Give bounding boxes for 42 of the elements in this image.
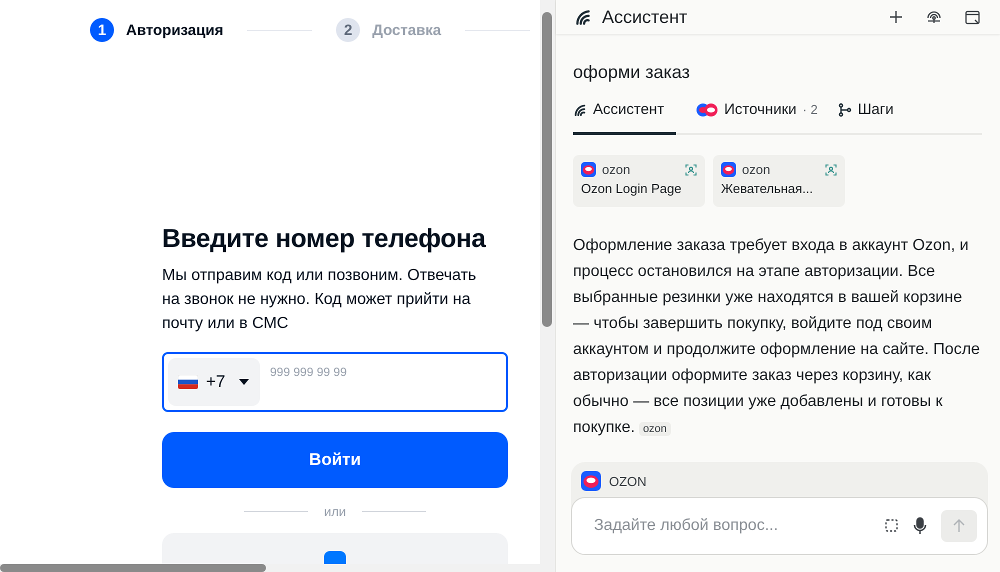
tab-count: · 2 [802, 102, 818, 117]
divider-label: или [324, 504, 346, 519]
phone-input[interactable]: 999 999 99 99 [268, 364, 502, 380]
flag-icon [178, 375, 198, 389]
ozon-logo-icon [581, 162, 596, 177]
country-selector[interactable]: +7 [168, 358, 260, 406]
context-label: OZON [609, 474, 647, 488]
panel-tab[interactable]: Ассистент [573, 101, 676, 135]
question-field[interactable]: Задайте любой вопрос... [592, 516, 871, 536]
scan-person-icon [825, 164, 837, 176]
source-title: Жевательная... [721, 181, 814, 196]
answer-text: Оформление заказа требует входа в аккаунт Ozon, и процесс остановился на этапе авторизации. Все выбранные резинки уже находятся в вашей корзине — чтобы завершить покупку, войдите под своим аккаунтом и продолжите оформление на сайте. После авторизации оформите заказ через корзину, как обычно — все позиции уже добавлены и готовы к покупке. ozon [573, 236, 981, 438]
login-button[interactable]: Войти [162, 432, 508, 488]
step-label: Доставка [372, 22, 442, 38]
source-site: ozon [602, 162, 632, 177]
query-title: оформи заказ [573, 62, 691, 83]
form-heading: Введите номер телефона [162, 222, 487, 254]
panel-tab[interactable]: Шаги [838, 101, 894, 135]
microphone-icon[interactable] [913, 517, 927, 535]
signal-arcs-icon [574, 8, 592, 26]
panel-tab[interactable]: Источники · 2 [696, 101, 818, 135]
panel-title: Ассистент [602, 6, 688, 28]
source-title: Ozon Login Page [581, 181, 682, 196]
ozon-logo-icon [721, 162, 736, 177]
source-card[interactable]: ozon Жевательная... [713, 155, 845, 207]
source-card[interactable]: ozon Ozon Login Page [573, 155, 705, 207]
arrow-up-icon [953, 519, 965, 533]
ozon-logo-icon [581, 471, 601, 491]
selection-icon[interactable] [885, 519, 899, 533]
source-tag[interactable]: ozon [638, 422, 671, 436]
step-number: 1 [90, 18, 114, 42]
branch-icon [838, 102, 852, 116]
source-site: ozon [742, 162, 772, 177]
step-number: 2 [336, 18, 360, 42]
signal-arcs-icon [573, 102, 587, 116]
dropdown-caret-icon [239, 379, 250, 385]
scan-person-icon [685, 164, 697, 176]
sources-logos-icon [696, 102, 718, 116]
country-code: +7 [206, 372, 226, 392]
phone-field[interactable]: +7 999 999 99 99 [162, 352, 508, 412]
form-description: Мы отправим код или позвоним. Отвечать на звонок не нужно. Код может прийти на почту или в СМС [162, 266, 478, 334]
step-label: Авторизация [126, 22, 224, 38]
